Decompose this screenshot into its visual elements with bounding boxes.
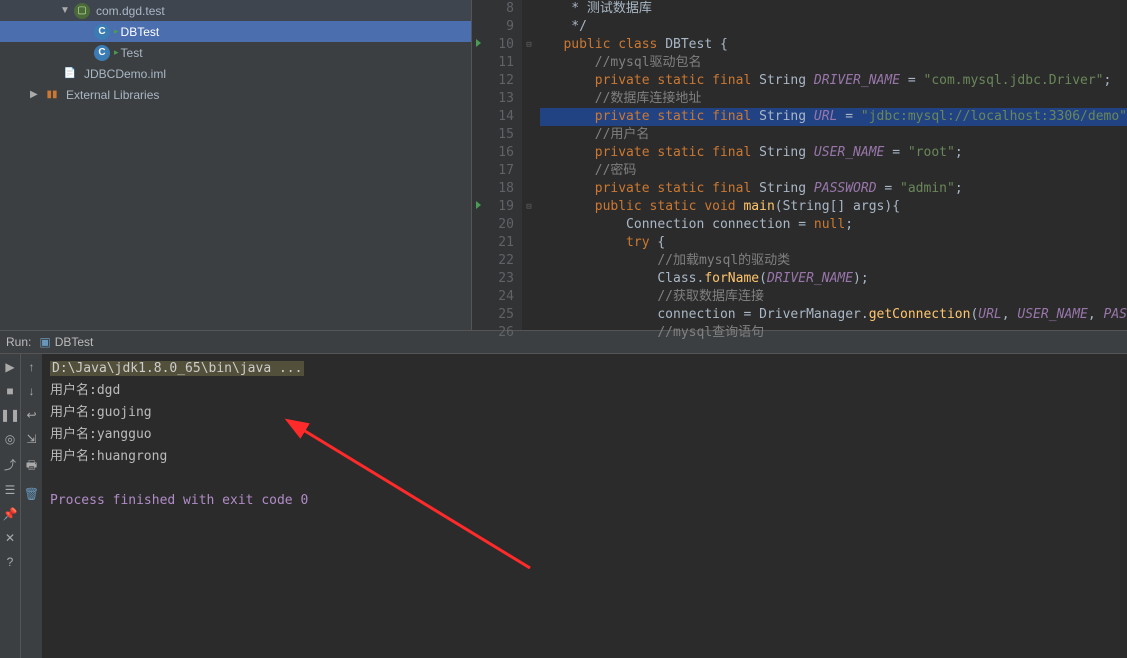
run-label: Run: [6, 335, 31, 349]
dump-icon[interactable]: ◎ [5, 432, 15, 446]
tree-external-libraries[interactable]: ▶ ▮▮ External Libraries [0, 84, 471, 105]
tree-class-dbtest[interactable]: C ▸ DBTest [0, 21, 471, 42]
run-tool-buttons-right: ↑ ↓ ↩ ⇲ 🖶 🗑 [20, 354, 42, 658]
library-icon: ▮▮ [44, 87, 60, 103]
settings-icon[interactable]: ☰ [5, 483, 16, 497]
code-area[interactable]: * 测试数据库 */ public class DBTest { //mysql… [536, 0, 1127, 330]
tree-label: Test [121, 46, 143, 60]
project-tree[interactable]: ▼ ▢ com.dgd.test C ▸ DBTest C ▸ Test 📄 J… [0, 0, 472, 330]
stop-icon[interactable]: ■ [6, 384, 13, 398]
class-icon: C [94, 45, 110, 61]
tree-label: DBTest [121, 25, 160, 39]
runnable-icon: ▸ [114, 26, 119, 37]
tree-package[interactable]: ▼ ▢ com.dgd.test [0, 0, 471, 21]
tree-label: com.dgd.test [96, 4, 165, 18]
run-tab-label: DBTest [55, 335, 94, 349]
class-icon: C [94, 24, 110, 40]
code-editor[interactable]: 891011121314151617181920212223242526 ⊟⊟ … [472, 0, 1127, 330]
restore-icon[interactable]: ⤴ [4, 456, 16, 473]
package-icon: ▢ [74, 3, 90, 19]
pause-icon[interactable]: ❚❚ [0, 408, 20, 422]
soft-wrap-icon[interactable]: ↩ [26, 408, 36, 422]
tree-label: JDBCDemo.iml [84, 67, 166, 81]
line-gutter: 891011121314151617181920212223242526 [472, 0, 522, 330]
tree-label: External Libraries [66, 88, 159, 102]
fold-gutter[interactable]: ⊟⊟ [522, 0, 536, 330]
runnable-icon: ▸ [114, 47, 119, 58]
tree-class-test[interactable]: C ▸ Test [0, 42, 471, 63]
chevron-down-icon: ▼ [60, 5, 70, 16]
chevron-right-icon: ▶ [30, 89, 40, 100]
pin-icon[interactable]: 📌 [3, 507, 18, 521]
file-icon: 📄 [62, 66, 78, 82]
down-icon[interactable]: ↓ [29, 384, 35, 398]
run-config-icon: ▣ [39, 335, 50, 349]
clear-icon[interactable]: 🗑 [24, 487, 39, 501]
run-tool-buttons-left: ▶ ■ ❚❚ ◎ ⤴ ☰ 📌 ✕ ? [0, 354, 20, 658]
run-tab[interactable]: ▣ DBTest [31, 333, 101, 351]
scroll-end-icon[interactable]: ⇲ [26, 432, 36, 446]
tree-file-iml[interactable]: 📄 JDBCDemo.iml [0, 63, 471, 84]
help-icon[interactable]: ? [7, 555, 14, 569]
rerun-icon[interactable]: ▶ [5, 360, 14, 374]
print-icon[interactable]: 🖶 [26, 456, 37, 477]
console-output[interactable]: D:\Java\jdk1.8.0_65\bin\java ...用户名:dgd用… [42, 354, 1127, 658]
up-icon[interactable]: ↑ [29, 360, 35, 374]
close-icon[interactable]: ✕ [5, 531, 15, 545]
